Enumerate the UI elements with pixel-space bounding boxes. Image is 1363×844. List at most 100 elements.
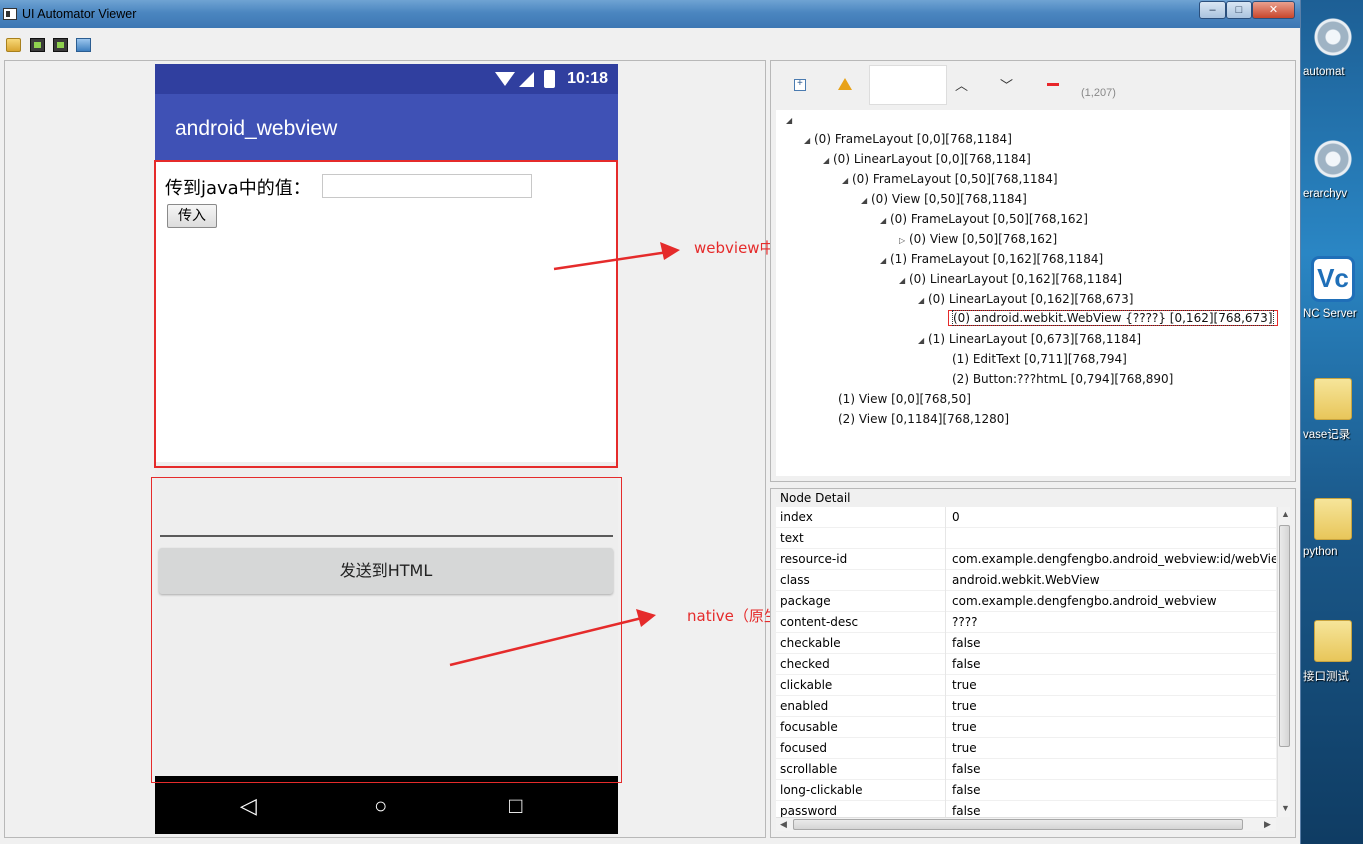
open-folder-icon[interactable]: [6, 38, 21, 52]
scroll-left-arrow-icon[interactable]: ◀: [780, 819, 787, 830]
tree-node[interactable]: (1) EditText [0,711][768,794]: [952, 352, 1127, 366]
detail-value: true: [952, 741, 977, 755]
tree-expand-arrow-icon[interactable]: ◢: [918, 336, 928, 345]
detail-row-index[interactable]: index 0: [776, 507, 1276, 528]
save-icon[interactable]: [76, 38, 91, 52]
maximize-button[interactable]: □: [1226, 1, 1252, 19]
tree-node[interactable]: ▷ (0) View [0,50][768,162]: [899, 232, 1057, 246]
column-divider: [945, 654, 946, 675]
tree-node[interactable]: (2) View [0,1184][768,1280]: [838, 412, 1009, 426]
desktop-folder-api-test[interactable]: 接口测试: [1303, 620, 1363, 684]
desktop-folder-label: 接口测试: [1303, 671, 1349, 683]
detail-key: password: [780, 804, 837, 817]
tree-expand-arrow-icon[interactable]: ▷: [899, 236, 909, 245]
detail-key: package: [780, 594, 831, 608]
detail-row-resource-id[interactable]: resource-id com.example.dengfengbo.androi…: [776, 549, 1276, 570]
tree-expand-arrow-icon[interactable]: ◢: [861, 196, 871, 205]
folder-icon: [1314, 498, 1352, 540]
hierarchy-tree[interactable]: ◢ ◢ (0) FrameLayout [0,0][768,1184] ◢ (0) …: [776, 110, 1290, 476]
desktop-shortcut-automat[interactable]: automat: [1303, 14, 1363, 78]
detail-key: focused: [780, 741, 828, 755]
vertical-scroll-thumb[interactable]: [1279, 525, 1290, 747]
detail-value: 0: [952, 510, 960, 524]
detail-value: com.example.dengfengbo.android_webview: [952, 594, 1217, 608]
tree-node-selected[interactable]: (0) android.webkit.WebView {????} [0,162…: [948, 310, 1278, 326]
tree-node[interactable]: ◢ (0) LinearLayout [0,162][768,1184]: [899, 272, 1122, 286]
tree-node[interactable]: ◢ (1) FrameLayout [0,162][768,1184]: [880, 252, 1103, 266]
tree-node[interactable]: (1) View [0,0][768,50]: [838, 392, 971, 406]
desktop-shortcut-hierarchyviewer[interactable]: erarchyv: [1303, 136, 1363, 200]
tree-node[interactable]: (2) Button:???htmL [0,794][768,890]: [952, 372, 1173, 386]
detail-row-scrollable[interactable]: scrollable false: [776, 759, 1276, 780]
tree-expand-arrow-icon[interactable]: ◢: [918, 296, 928, 305]
detail-row-password[interactable]: password false: [776, 801, 1276, 817]
clear-search-icon[interactable]: [1047, 83, 1059, 86]
column-divider: [945, 591, 946, 612]
previous-match-icon[interactable]: ︿: [955, 75, 968, 94]
device-screenshot-icon[interactable]: [30, 38, 45, 52]
tree-expand-arrow-icon[interactable]: ◢: [880, 216, 890, 225]
scroll-down-arrow-icon[interactable]: ▼: [1281, 803, 1290, 813]
warning-icon[interactable]: [838, 78, 852, 90]
detail-row-focused[interactable]: focused true: [776, 738, 1276, 759]
detail-value: true: [952, 699, 977, 713]
horizontal-scroll-thumb[interactable]: [793, 819, 1243, 830]
detail-row-clickable[interactable]: clickable true: [776, 675, 1276, 696]
detail-row-text[interactable]: text: [776, 528, 1276, 549]
tree-search-input[interactable]: [869, 65, 947, 105]
minimize-button[interactable]: –: [1199, 1, 1226, 19]
detail-row-focusable[interactable]: focusable true: [776, 717, 1276, 738]
tree-node[interactable]: ◢ (1) LinearLayout [0,673][768,1184]: [918, 332, 1141, 346]
desktop-folder-vase[interactable]: vase记录: [1303, 378, 1363, 442]
tree-node[interactable]: ◢ (0) View [0,50][768,1184]: [861, 192, 1027, 206]
close-button[interactable]: ✕: [1252, 1, 1295, 19]
expand-all-icon[interactable]: [794, 78, 806, 91]
tree-expand-arrow-icon[interactable]: ◢: [786, 116, 796, 125]
node-detail-table[interactable]: index 0 text resource-id com.example.dengfen…: [776, 507, 1276, 817]
tree-expand-arrow-icon[interactable]: ◢: [842, 176, 852, 185]
detail-row-enabled[interactable]: enabled true: [776, 696, 1276, 717]
tree-node[interactable]: ◢ (0) LinearLayout [0,162][768,673]: [918, 292, 1133, 306]
folder-icon: [1314, 378, 1352, 420]
horizontal-scrollbar[interactable]: ◀ ▶: [776, 817, 1276, 831]
detail-row-checked[interactable]: checked false: [776, 654, 1276, 675]
detail-row-content-desc[interactable]: content-desc????: [776, 612, 1276, 633]
app-title: android_webview: [175, 117, 338, 140]
scroll-up-arrow-icon[interactable]: ▲: [1281, 509, 1290, 519]
title-bar[interactable]: UI Automator Viewer – □ ✕: [0, 0, 1300, 28]
vertical-scrollbar[interactable]: ▲ ▼: [1277, 507, 1290, 817]
tree-node[interactable]: ◢: [786, 112, 796, 126]
detail-key: text: [780, 531, 804, 545]
desktop-folder-python[interactable]: python: [1303, 498, 1363, 558]
tree-expand-arrow-icon[interactable]: ◢: [804, 136, 814, 145]
tree-node[interactable]: ◢ (0) LinearLayout [0,0][768,1184]: [823, 152, 1031, 166]
desktop-shortcut-vnc[interactable]: Vc NC Server: [1303, 256, 1363, 320]
tree-expand-arrow-icon[interactable]: ◢: [880, 256, 890, 265]
battery-icon: [544, 70, 555, 88]
tree-node[interactable]: ◢ (0) FrameLayout [0,50][768,162]: [880, 212, 1088, 226]
detail-row-long-clickable[interactable]: long-clickable false: [776, 780, 1276, 801]
tree-expand-arrow-icon[interactable]: ◢: [823, 156, 833, 165]
app-icon: [3, 8, 17, 20]
device-screenshot-compressed-icon[interactable]: [53, 38, 68, 52]
detail-row-class[interactable]: class android.webkit.WebView: [776, 570, 1276, 591]
tree-node[interactable]: ◢ (0) FrameLayout [0,0][768,1184]: [804, 132, 1012, 146]
gear-icon: [1311, 14, 1355, 60]
detail-value: false: [952, 804, 981, 817]
back-icon[interactable]: ◁: [240, 793, 257, 819]
detail-value: false: [952, 657, 981, 671]
detail-value: false: [952, 762, 981, 776]
column-divider: [945, 507, 946, 528]
tree-expand-arrow-icon[interactable]: ◢: [899, 276, 909, 285]
scroll-right-arrow-icon[interactable]: ▶: [1264, 819, 1271, 830]
tree-node[interactable]: ◢ (0) FrameLayout [0,50][768,1184]: [842, 172, 1058, 186]
recent-apps-icon[interactable]: □: [509, 793, 522, 819]
desktop-shortcut-label: automat: [1303, 66, 1345, 78]
column-divider: [945, 675, 946, 696]
detail-key: focusable: [780, 720, 838, 734]
detail-row-checkable[interactable]: checkable false: [776, 633, 1276, 654]
gear-icon: [1311, 136, 1355, 182]
detail-row-package[interactable]: package com.example.dengfengbo.android_we…: [776, 591, 1276, 612]
next-match-icon[interactable]: ﹀: [1000, 75, 1013, 94]
home-icon[interactable]: ○: [374, 793, 387, 819]
